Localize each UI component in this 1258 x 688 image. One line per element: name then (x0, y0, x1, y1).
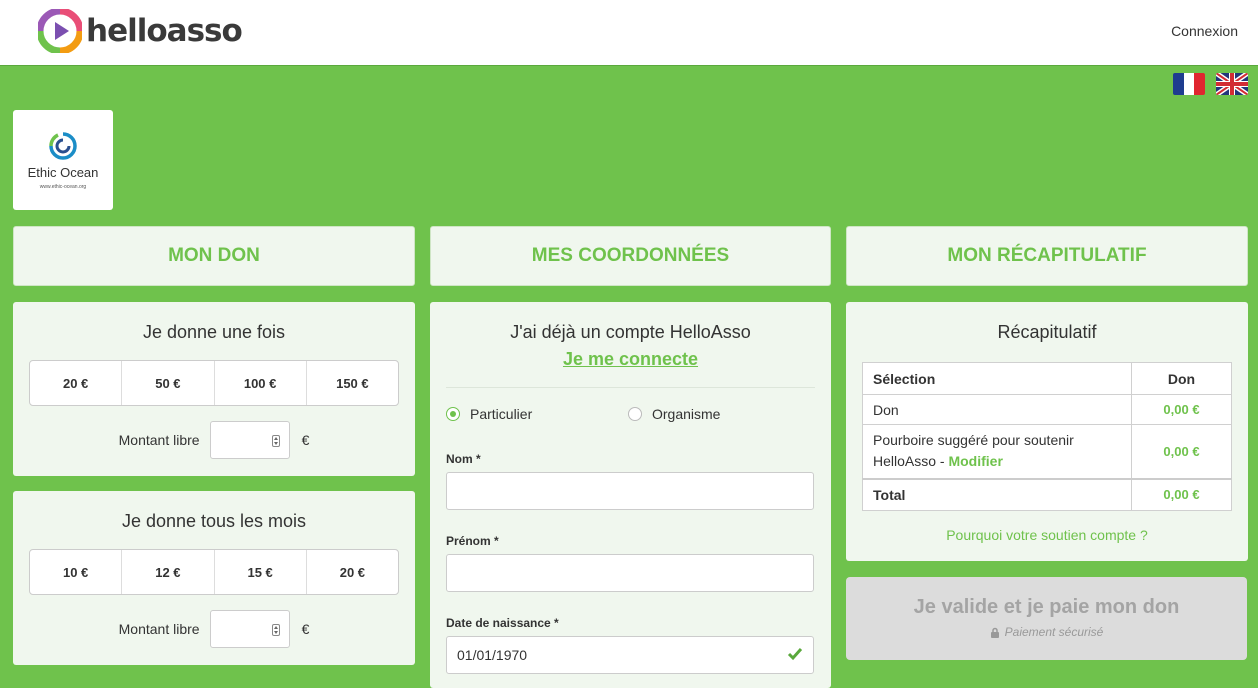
table-row: Don 0,00 € (862, 394, 1232, 425)
organization-logo: Ethic Ocean www.ethic-ocean.org (13, 110, 113, 210)
step-mon-don: MON DON (13, 226, 415, 286)
summary-table: Sélection Don Don 0,00 € Pourboire suggé… (862, 362, 1232, 511)
why-support-link[interactable]: Pourquoi votre soutien compte ? (846, 527, 1248, 543)
total-value: 0,00 € (1131, 478, 1232, 511)
modify-tip-link[interactable]: Modifier (948, 453, 1002, 469)
uk-flag-icon[interactable] (1216, 73, 1248, 95)
radio-organisme[interactable]: Organisme (628, 406, 720, 422)
nom-field[interactable] (446, 472, 814, 510)
top-bar: helloasso Connexion (0, 0, 1258, 66)
amount-option[interactable]: 50 € (122, 361, 215, 405)
secure-payment-note: Paiement sécurisé (846, 625, 1247, 639)
helloasso-logo-icon (38, 9, 82, 53)
validate-pay-button[interactable]: Je valide et je paie mon don Paiement sé… (846, 577, 1247, 660)
donation-once-amounts: 20 € 50 € 100 € 150 € (29, 360, 399, 406)
nom-label: Nom * (446, 452, 481, 466)
summary-card: Récapitulatif Sélection Don Don 0,00 € P… (846, 302, 1248, 561)
language-switcher (1173, 73, 1248, 95)
number-spinner-icon[interactable] (271, 624, 280, 636)
amount-option[interactable]: 12 € (122, 550, 215, 594)
step-mes-coordonnees: MES COORDONNÉES (430, 226, 831, 286)
amount-option[interactable]: 20 € (307, 550, 398, 594)
contact-card: J'ai déjà un compte HelloAsso Je me conn… (430, 302, 831, 688)
amount-option[interactable]: 100 € (215, 361, 307, 405)
radio-particulier[interactable]: Particulier (446, 406, 532, 422)
column-header-selection: Sélection (862, 362, 1132, 395)
valid-check-icon (787, 648, 803, 661)
lock-icon (990, 627, 999, 638)
total-label: Total (862, 478, 1132, 511)
row-value: 0,00 € (1131, 394, 1232, 425)
amount-option[interactable]: 20 € (30, 361, 123, 405)
pay-button-label: Je valide et je paie mon don (913, 596, 1180, 618)
currency-label: € (301, 621, 310, 637)
login-link[interactable]: Je me connecte (563, 349, 698, 369)
column-header-don: Don (1131, 362, 1232, 395)
free-amount-input[interactable] (209, 421, 290, 459)
row-label: Don (862, 394, 1132, 425)
amount-option[interactable]: 10 € (30, 550, 123, 594)
radio-label: Particulier (470, 406, 533, 422)
table-row: Pourboire suggéré pour soutenir HelloAss… (862, 424, 1232, 479)
free-amount-row: Montant libre € (13, 610, 415, 648)
summary-title: Récapitulatif (997, 322, 1097, 342)
brand-name: helloasso (86, 13, 243, 49)
free-amount-row: Montant libre € (13, 421, 415, 459)
helloasso-logo[interactable]: helloasso (38, 9, 243, 53)
radio-label: Organisme (652, 406, 721, 422)
login-link[interactable]: Connexion (1171, 23, 1238, 39)
prenom-label: Prénom * (446, 534, 499, 548)
account-prompt: J'ai déjà un compte HelloAsso (510, 322, 751, 342)
amount-option[interactable]: 15 € (215, 550, 307, 594)
french-flag-icon[interactable] (1173, 73, 1205, 95)
birthdate-label: Date de naissance * (446, 616, 559, 630)
row-value: 0,00 € (1131, 424, 1232, 479)
currency-label: € (301, 432, 310, 448)
birthdate-field[interactable]: 01/01/1970 (446, 636, 814, 674)
total-row: Total 0,00 € (862, 478, 1232, 511)
prenom-field[interactable] (446, 554, 814, 592)
number-spinner-icon[interactable] (271, 435, 280, 447)
organization-url: www.ethic-ocean.org (39, 183, 87, 190)
donation-monthly-title: Je donne tous les mois (121, 511, 307, 531)
secure-payment-text: Paiement sécurisé (1004, 625, 1104, 639)
ethic-ocean-logo-icon (49, 131, 77, 160)
divider (446, 387, 815, 388)
donation-once-card: Je donne une fois 20 € 50 € 100 € 150 € … (13, 302, 415, 476)
radio-unchecked-icon[interactable] (628, 407, 642, 421)
radio-checked-icon[interactable] (446, 407, 460, 421)
free-amount-input[interactable] (209, 610, 290, 648)
step-mon-recapitulatif: MON RÉCAPITULATIF (846, 226, 1248, 286)
donation-once-title: Je donne une fois (142, 322, 286, 342)
free-amount-label: Montant libre (118, 432, 200, 448)
donation-monthly-card: Je donne tous les mois 10 € 12 € 15 € 20… (13, 491, 415, 665)
amount-option[interactable]: 150 € (307, 361, 398, 405)
free-amount-label: Montant libre (118, 621, 200, 637)
birthdate-value: 01/01/1970 (457, 647, 528, 663)
organization-name: Ethic Ocean (27, 164, 99, 180)
donation-monthly-amounts: 10 € 12 € 15 € 20 € (29, 549, 399, 595)
